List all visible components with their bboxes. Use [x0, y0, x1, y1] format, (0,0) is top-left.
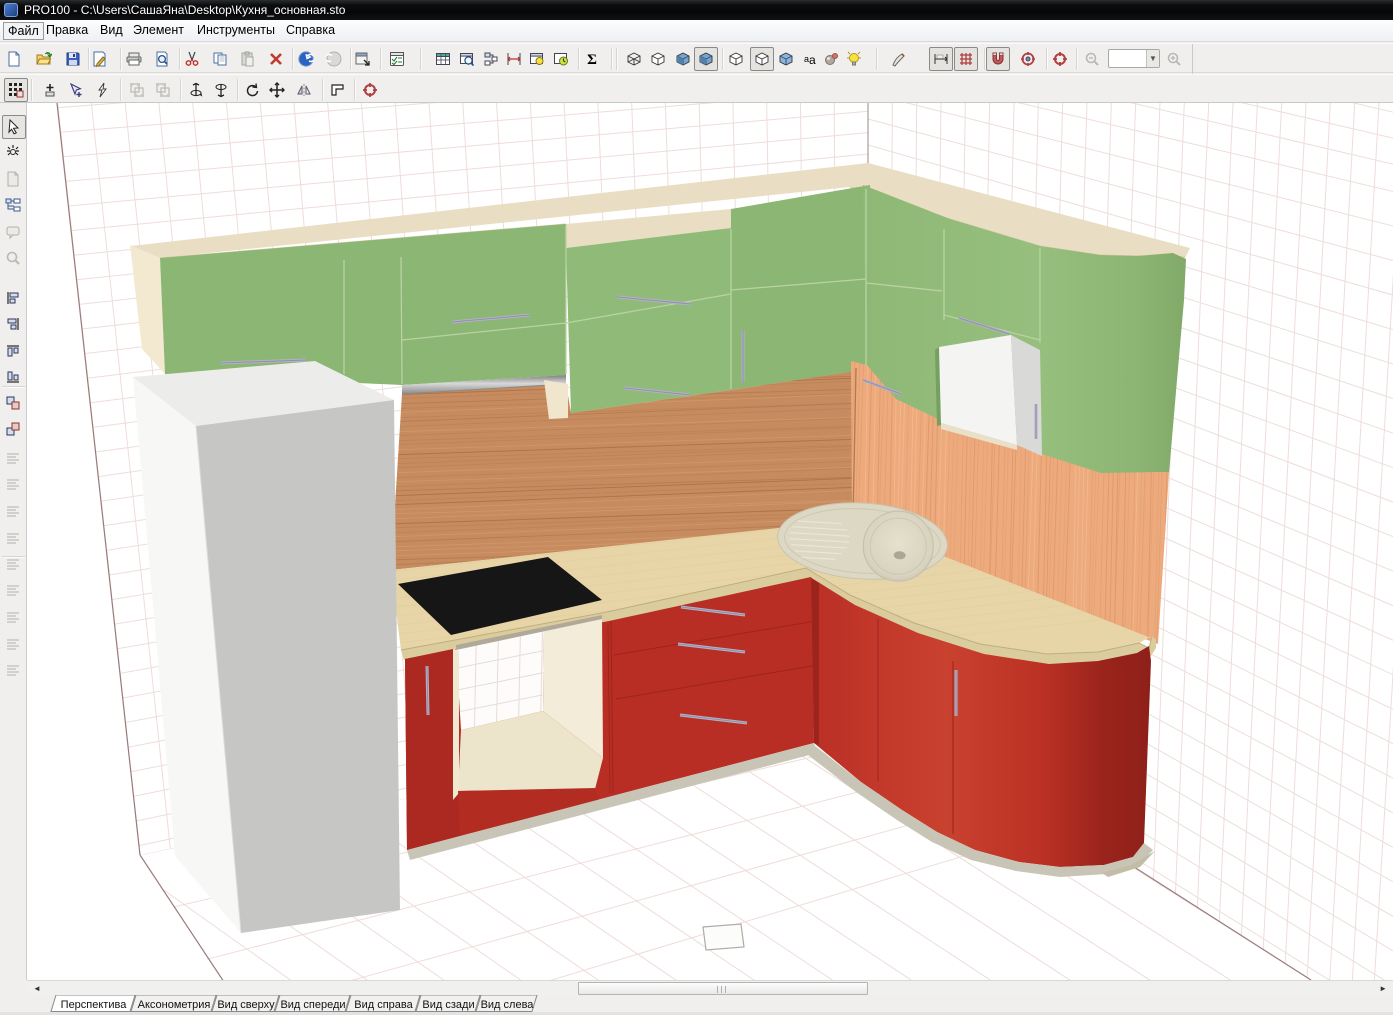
svg-text:Перспектива: Перспектива — [61, 999, 128, 1011]
svg-text:Вид слева: Вид слева — [481, 999, 535, 1011]
svg-text:Вид справа: Вид справа — [354, 999, 413, 1011]
svg-text:Вид сзади: Вид сзади — [422, 999, 474, 1011]
svg-text:Аксонометрия: Аксонометрия — [138, 999, 211, 1011]
svg-text:Вид сверху: Вид сверху — [217, 999, 275, 1011]
svg-text:Вид спереди: Вид спереди — [280, 999, 345, 1011]
svg-text:a: a — [809, 53, 816, 67]
svg-text:Σ: Σ — [587, 52, 597, 67]
